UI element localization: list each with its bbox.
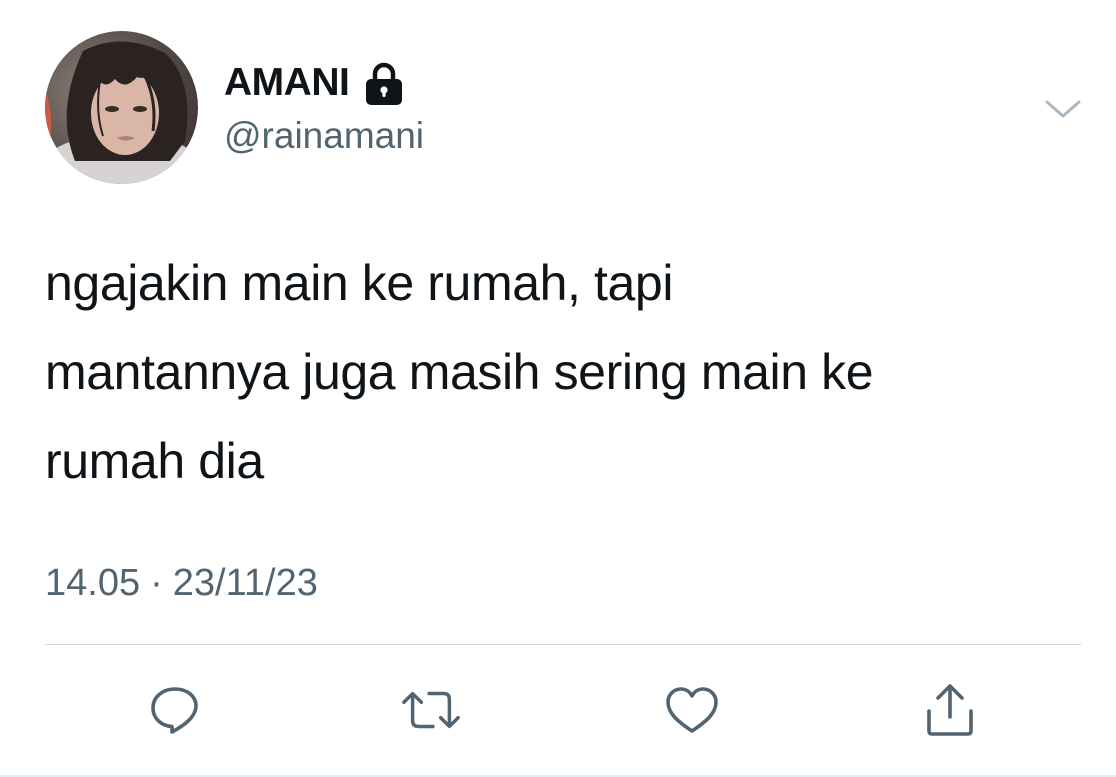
heart-icon bbox=[666, 687, 718, 733]
reply-button[interactable] bbox=[145, 680, 205, 740]
display-name[interactable]: AMANI bbox=[224, 60, 350, 106]
lock-icon bbox=[363, 62, 405, 106]
share-button[interactable] bbox=[920, 680, 980, 740]
like-button[interactable] bbox=[662, 680, 722, 740]
reply-icon bbox=[151, 687, 198, 734]
tweet-text-line: ngajakin main ke rumah, tapi bbox=[45, 255, 674, 311]
divider bbox=[45, 644, 1081, 645]
share-icon bbox=[927, 684, 973, 736]
tweet-time[interactable]: 14.05 bbox=[45, 559, 140, 607]
tweet-timestamp: 14.05 · 23/11/23 bbox=[45, 559, 318, 607]
username-handle[interactable]: @rainamani bbox=[224, 113, 424, 159]
author-name-row: AMANI bbox=[224, 60, 405, 106]
avatar[interactable] bbox=[45, 31, 198, 184]
chevron-down-icon[interactable] bbox=[1040, 92, 1086, 126]
tweet-text: ngajakin main ke rumah, tapi mantannya j… bbox=[45, 239, 1085, 506]
timestamp-separator: · bbox=[150, 562, 163, 604]
retweet-icon bbox=[402, 691, 460, 729]
retweet-button[interactable] bbox=[401, 680, 461, 740]
tweet-text-line: mantannya juga masih sering main ke bbox=[45, 344, 874, 400]
tweet-date[interactable]: 23/11/23 bbox=[173, 559, 318, 607]
tweet-text-line: rumah dia bbox=[45, 433, 264, 489]
profile-photo bbox=[45, 31, 198, 184]
